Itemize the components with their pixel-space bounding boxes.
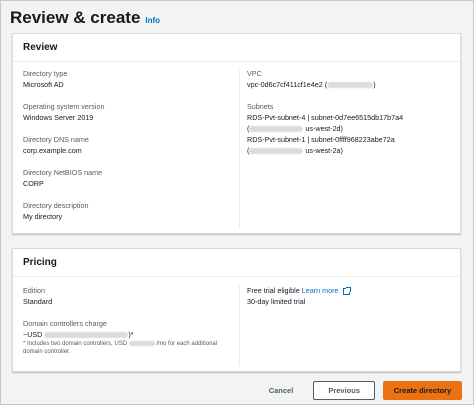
pricing-heading: Pricing	[13, 249, 460, 277]
field-value: corp.example.com	[23, 146, 82, 155]
review-right-column: VPC vpc-0d6c7cf411cf1e4e2 () Subnets RDS…	[247, 69, 452, 168]
field-label: Edition	[23, 286, 45, 295]
subnet-region: us-west-2a)	[305, 146, 343, 155]
pricing-panel: Pricing Edition Standard Domain controll…	[12, 248, 461, 372]
description-field: Directory description My directory	[23, 201, 223, 222]
os-version-field: Operating system version Windows Server …	[23, 102, 223, 123]
field-label: Subnets	[247, 102, 274, 111]
subnets-field: Subnets RDS-Pvt-subnet-4 | subnet-0d7ee6…	[247, 102, 452, 156]
field-value: Standard	[23, 297, 53, 306]
info-link[interactable]: Info	[145, 16, 160, 25]
field-label: Operating system version	[23, 102, 105, 111]
netbios-name-field: Directory NetBIOS name CORP	[23, 168, 223, 189]
field-value: Windows Server 2019	[23, 113, 94, 122]
field-value: Microsoft AD	[23, 80, 64, 89]
dns-name-field: Directory DNS name corp.example.com	[23, 135, 223, 156]
subnet-region: us-west-2d)	[305, 124, 343, 133]
directory-type-field: Directory type Microsoft AD	[23, 69, 223, 90]
vpc-close: )	[373, 80, 376, 89]
review-left-column: Directory type Microsoft AD Operating sy…	[23, 69, 223, 234]
learn-more-link[interactable]: Learn more	[302, 286, 339, 295]
domain-controllers-charge: ~USD )*	[23, 330, 134, 339]
free-trial-label-row: Free trial eligible Learn more	[247, 286, 452, 296]
subnet-line: RDS-Pvt-subnet-1 | subnet-0ffff968223abe…	[247, 135, 395, 144]
edition-field: Edition Standard	[23, 286, 228, 307]
field-label: Directory NetBIOS name	[23, 168, 103, 177]
domain-controllers-field: Domain controllers charge ~USD )* * Incl…	[23, 319, 228, 356]
field-value: 30-day limited trial	[247, 297, 306, 306]
create-directory-button[interactable]: Create directory	[383, 381, 462, 400]
redacted-text	[44, 332, 129, 339]
column-divider	[239, 285, 240, 366]
redacted-text	[327, 82, 374, 89]
previous-button[interactable]: Previous	[313, 381, 375, 400]
field-value: My directory	[23, 212, 63, 221]
page-title: Review & create	[10, 8, 141, 27]
vpc-id: vpc-0d6c7cf411cf1e4e2 (	[247, 80, 328, 89]
review-heading: Review	[13, 34, 460, 62]
charge-note: * Includes two domain controllers, USD /…	[23, 340, 218, 347]
field-value: CORP	[23, 179, 44, 188]
field-label: Directory DNS name	[23, 135, 89, 144]
vpc-value: vpc-0d6c7cf411cf1e4e2 ()	[247, 79, 452, 90]
field-label: Domain controllers charge	[23, 319, 107, 328]
cancel-button[interactable]: Cancel	[257, 386, 306, 395]
free-trial-field: Free trial eligible Learn more 30-day li…	[247, 286, 452, 307]
redacted-text	[249, 148, 304, 155]
subnet-owner-line: ( us-west-2d)	[247, 124, 343, 133]
page-header: Review & create Info	[10, 4, 160, 28]
vpc-field: VPC vpc-0d6c7cf411cf1e4e2 ()	[247, 69, 452, 90]
review-panel: Review Directory type Microsoft AD Opera…	[12, 33, 461, 234]
external-link-icon[interactable]	[342, 286, 351, 295]
footer-actions: Cancel Previous Create directory	[257, 381, 462, 400]
subnet-line: RDS-Pvt-subnet-4 | subnet-0d7ee6515db17b…	[247, 113, 404, 122]
column-divider	[239, 70, 240, 228]
subnet-owner-line: ( us-west-2a)	[247, 146, 343, 155]
pricing-left-column: Edition Standard Domain controllers char…	[23, 286, 228, 368]
redacted-text	[128, 340, 155, 346]
field-label: Directory description	[23, 201, 89, 210]
pricing-right-column: Free trial eligible Learn more 30-day li…	[247, 286, 452, 319]
redacted-text	[249, 126, 304, 133]
charge-note-continued: domain controller.	[23, 349, 71, 355]
field-label: VPC	[247, 69, 262, 78]
field-label: Directory type	[23, 69, 68, 78]
